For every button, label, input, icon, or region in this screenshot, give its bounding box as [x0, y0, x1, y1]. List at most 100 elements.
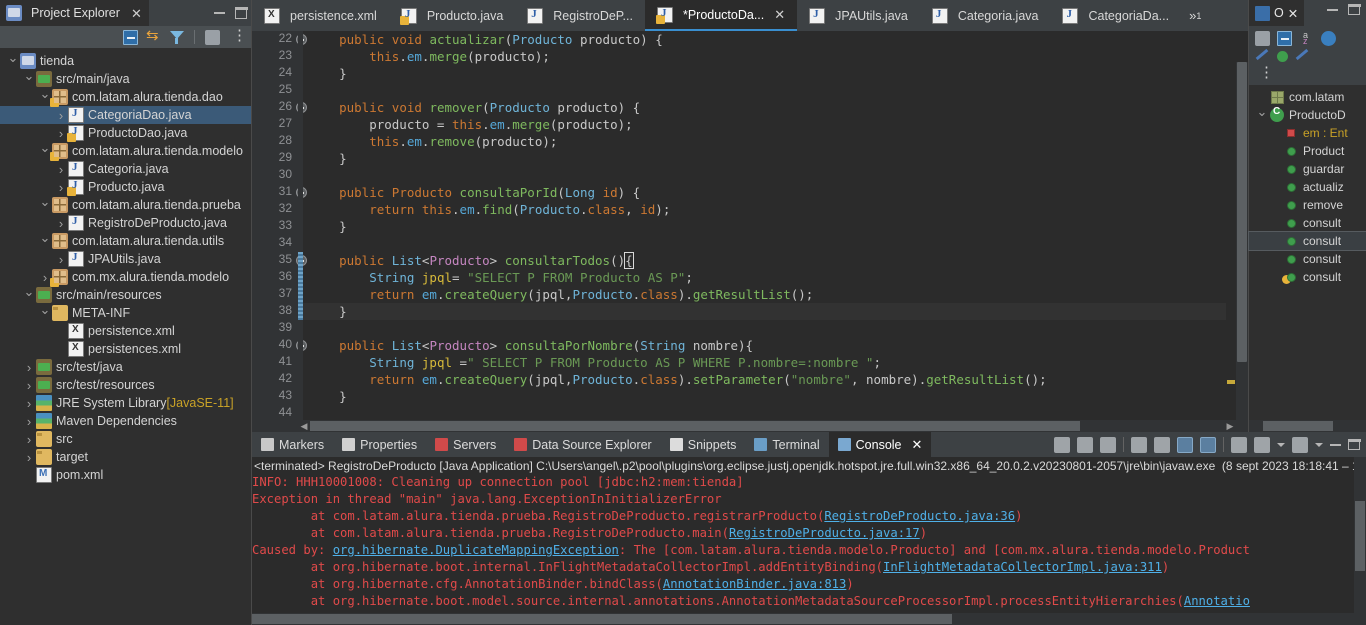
editor-tab[interactable]: Producto.java	[389, 0, 515, 31]
maximize-icon[interactable]	[234, 7, 248, 19]
scroll-track[interactable]	[310, 421, 1224, 431]
stacktrace-link[interactable]: org.hibernate.DuplicateMappingException	[333, 543, 619, 557]
outline-item[interactable]: actualiz	[1249, 178, 1366, 196]
sort-az-icon[interactable]	[1299, 30, 1314, 46]
show-console-on-output-icon[interactable]	[1177, 436, 1193, 453]
stacktrace-link[interactable]: RegistroDeProducto.java:36	[824, 509, 1015, 523]
tree-item[interactable]: persistences.xml	[0, 340, 251, 358]
console-panel-tab[interactable]: Markers	[252, 432, 333, 457]
editor-vertical-scrollbar[interactable]	[1236, 62, 1248, 432]
scrollbar-thumb[interactable]	[1237, 62, 1247, 362]
scroll-left-icon[interactable]: ◀	[298, 421, 310, 432]
chevron-right-icon[interactable]	[22, 414, 36, 429]
tree-item[interactable]: Maven Dependencies	[0, 412, 251, 430]
console-panel-tab[interactable]: Terminal	[745, 432, 828, 457]
chevron-right-icon[interactable]	[22, 396, 36, 411]
stacktrace-link[interactable]: AnnotationBinder.java:813	[663, 577, 846, 591]
new-console-view-icon[interactable]	[1292, 436, 1308, 453]
chevron-down-icon[interactable]	[38, 197, 52, 213]
tree-item[interactable]: com.latam.alura.tienda.prueba	[0, 196, 251, 214]
chevron-right-icon[interactable]	[22, 432, 36, 447]
open-console-icon[interactable]	[1254, 436, 1270, 453]
chevron-right-icon[interactable]	[54, 216, 68, 231]
tree-item[interactable]: src/main/resources	[0, 286, 251, 304]
editor-tab[interactable]: JPAUtils.java	[797, 0, 920, 31]
chevron-down-icon[interactable]	[22, 71, 36, 87]
editor-horizontal-scrollbar[interactable]: ◀ ▶	[298, 420, 1236, 432]
chevron-right-icon[interactable]	[22, 360, 36, 375]
tree-item[interactable]: com.mx.alura.tienda.modelo	[0, 268, 251, 287]
tree-item[interactable]: src/main/java	[0, 70, 251, 88]
tree-item[interactable]: META-INF	[0, 304, 251, 322]
chevron-right-icon[interactable]	[54, 126, 68, 141]
collapse-all-icon[interactable]	[123, 29, 138, 45]
chevron-down-icon[interactable]	[22, 287, 36, 303]
outline-item[interactable]: em : Ent	[1249, 124, 1366, 142]
chevron-down-icon[interactable]	[1315, 442, 1323, 447]
scrollbar-thumb[interactable]	[1355, 501, 1365, 571]
hide-static-icon[interactable]	[1255, 49, 1270, 64]
tree-item[interactable]: com.latam.alura.tienda.dao	[0, 88, 251, 107]
collapse-all-icon[interactable]	[1277, 30, 1292, 46]
tab-outline[interactable]: O ✕	[1249, 0, 1305, 26]
outline-item[interactable]: consult	[1249, 250, 1366, 268]
stacktrace-link[interactable]: InFlightMetadataCollectorImpl.java:311	[883, 560, 1162, 574]
outline-item[interactable]: consult	[1248, 231, 1366, 251]
code-editor[interactable]: 22 23 24 25 26 27 28 29 30 31 32 33 34 35 36 37 38 39 40 41…	[252, 31, 1248, 432]
console-horizontal-scrollbar[interactable]	[252, 613, 1354, 625]
clear-console-icon[interactable]	[1131, 436, 1147, 453]
close-icon[interactable]: ✕	[1288, 6, 1298, 21]
scrollbar-thumb[interactable]	[252, 614, 952, 624]
view-options-icon[interactable]	[1255, 63, 1274, 82]
chevron-right-icon[interactable]	[54, 162, 68, 177]
tree-item[interactable]: src/test/resources	[0, 376, 251, 394]
tree-item[interactable]: pom.xml	[0, 466, 251, 484]
display-selected-console-icon[interactable]	[1231, 436, 1247, 453]
tree-item[interactable]: com.latam.alura.tienda.modelo	[0, 142, 251, 161]
console-output[interactable]: <terminated> RegistroDeProducto [Java Ap…	[252, 457, 1366, 617]
remove-all-terminated-icon[interactable]	[1100, 436, 1116, 453]
chevron-down-icon[interactable]	[6, 53, 20, 69]
chevron-down-icon[interactable]	[38, 305, 52, 321]
close-icon[interactable]: ✕	[131, 7, 142, 20]
tab-project-explorer[interactable]: Project Explorer ✕	[0, 0, 149, 26]
filter-icon[interactable]	[169, 30, 184, 45]
scroll-right-icon[interactable]: ▶	[1224, 421, 1236, 432]
close-icon[interactable]: ✕	[774, 7, 785, 23]
terminate-icon[interactable]	[1054, 436, 1070, 453]
scrollbar-thumb[interactable]	[310, 421, 1080, 431]
tree-item[interactable]: src	[0, 430, 251, 448]
hide-local-icon[interactable]	[1295, 49, 1310, 64]
console-panel-tab[interactable]: Properties	[333, 432, 426, 457]
console-panel-tab[interactable]: Snippets	[661, 432, 746, 457]
lock-scroll-icon[interactable]	[1154, 436, 1170, 453]
overview-ruler[interactable]	[1226, 62, 1236, 432]
console-panel-tab[interactable]: Servers	[426, 432, 505, 457]
maximize-icon[interactable]	[1347, 438, 1361, 450]
tree-item[interactable]: tienda	[0, 52, 251, 70]
outline-item[interactable]: guardar	[1249, 160, 1366, 178]
chevron-right-icon[interactable]	[54, 108, 68, 123]
outline-item[interactable]: com.latam	[1249, 88, 1366, 106]
source-code[interactable]: public void actualizar(Producto producto…	[309, 31, 1248, 432]
outline-item[interactable]: remove	[1249, 196, 1366, 214]
stacktrace-link[interactable]: Annotatio	[1184, 594, 1250, 608]
minimize-icon[interactable]	[1327, 8, 1338, 11]
chevron-down-icon[interactable]	[1255, 107, 1269, 123]
scrollbar-thumb[interactable]	[1263, 421, 1333, 431]
view-options-icon[interactable]	[228, 26, 247, 45]
outline-item[interactable]: ProductoD	[1249, 106, 1366, 124]
tree-item[interactable]: target	[0, 448, 251, 466]
outline-item[interactable]: consult	[1249, 214, 1366, 232]
tree-item[interactable]: JPAUtils.java	[0, 250, 251, 268]
editor-tab[interactable]: persistence.xml	[252, 0, 389, 31]
editor-tab[interactable]: Categoria.java	[920, 0, 1051, 31]
editor-tab[interactable]: *ProductoDa... ✕	[644, 0, 798, 31]
close-icon[interactable]: ✕	[912, 437, 923, 453]
console-panel-tab[interactable]: Console ✕	[828, 432, 932, 457]
outline-item[interactable]: consult	[1249, 268, 1366, 286]
tree-item[interactable]: CategoriaDao.java	[0, 106, 251, 124]
remove-launch-icon[interactable]	[1077, 436, 1093, 453]
minimize-icon[interactable]	[214, 12, 225, 14]
console-vertical-scrollbar[interactable]	[1354, 457, 1366, 625]
